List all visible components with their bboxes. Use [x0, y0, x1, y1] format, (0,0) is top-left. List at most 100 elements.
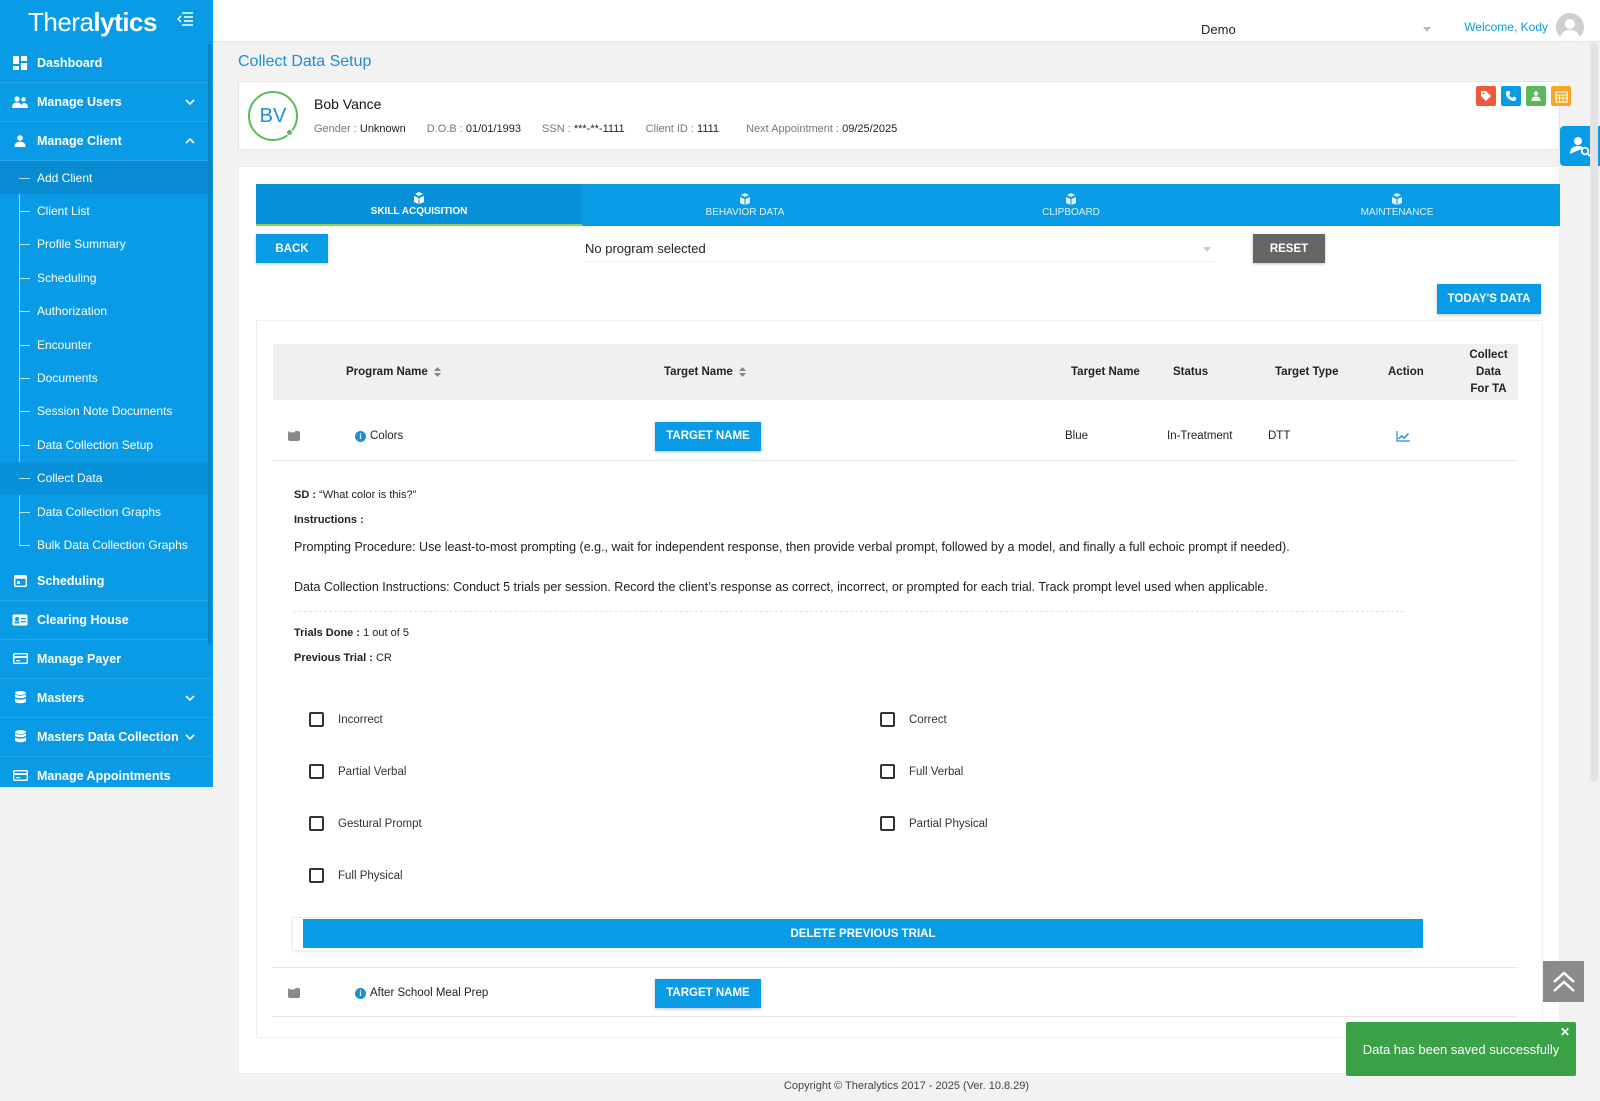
todays-data-button[interactable]: TODAY'S DATA	[1437, 284, 1541, 314]
sub-add-client[interactable]: Add Client	[0, 161, 213, 195]
nav-dashboard[interactable]: Dashboard	[0, 44, 213, 83]
chevron-down-icon	[1203, 247, 1211, 252]
sub-scheduling[interactable]: Scheduling	[0, 261, 213, 294]
sub-data-collection-setup[interactable]: Data Collection Setup	[0, 428, 213, 461]
client-ssn: SSN : ***-**-1111	[542, 123, 625, 135]
nav-masters[interactable]: Masters	[0, 679, 213, 718]
menu-toggle-icon[interactable]	[177, 12, 193, 26]
nav-manage-users[interactable]: Manage Users	[0, 83, 213, 122]
th-target-type: Target Type	[1275, 366, 1339, 378]
option-correct[interactable]: Correct	[880, 712, 947, 727]
sub-bulk-data-collection-graphs-label: Bulk Data Collection Graphs	[37, 537, 188, 552]
option-partial-physical[interactable]: Partial Physical	[880, 816, 988, 831]
program-select[interactable]: No program selected	[585, 234, 1215, 262]
nav-manage-appointments[interactable]: Manage Appointments	[0, 757, 213, 787]
org-selector[interactable]: Demo	[1201, 22, 1236, 37]
call-button[interactable]	[1501, 86, 1521, 106]
info-icon[interactable]: i	[355, 430, 366, 442]
option-full-verbal[interactable]: Full Verbal	[880, 764, 963, 779]
client-submenu: Add Client Client List Profile Summary S…	[0, 161, 213, 562]
contact-button[interactable]	[1526, 86, 1546, 106]
close-icon[interactable]: ✕	[1560, 1025, 1570, 1039]
delete-previous-trial-button[interactable]: DELETE PREVIOUS TRIAL	[303, 919, 1423, 948]
program-name: After School Meal Prep	[370, 987, 489, 999]
target-name-cell: TARGET NAME	[655, 968, 761, 1018]
avatar[interactable]	[1556, 13, 1584, 41]
reset-button[interactable]: RESET	[1253, 234, 1325, 263]
user-search-icon	[1570, 137, 1591, 157]
graph-action[interactable]	[1396, 411, 1410, 461]
tab-maintenance[interactable]: MAINTENANCE	[1234, 184, 1560, 226]
logo-text: Theralytics	[28, 6, 157, 37]
back-button[interactable]: BACK	[256, 234, 328, 263]
tab-behavior-data[interactable]: BEHAVIOR DATA	[582, 184, 908, 226]
table-header: Program Name Target Name Target Name Sta…	[273, 344, 1518, 400]
sub-encounter[interactable]: Encounter	[0, 328, 213, 361]
sub-session-note-documents[interactable]: Session Note Documents	[0, 395, 213, 428]
nav-manage-client[interactable]: Manage Client	[0, 122, 213, 161]
user-avatar-icon	[1560, 19, 1580, 41]
sub-documents[interactable]: Documents	[0, 361, 213, 394]
nav-clearing-house[interactable]: Clearing House	[0, 601, 213, 640]
checkbox[interactable]	[880, 764, 895, 779]
collapse-toggle[interactable]	[288, 411, 300, 461]
option-partial-verbal[interactable]: Partial Verbal	[309, 764, 406, 779]
tab-clipboard[interactable]: CLIPBOARD	[908, 184, 1234, 226]
calendar-button[interactable]	[1551, 86, 1571, 106]
sub-client-list[interactable]: Client List	[0, 194, 213, 227]
th-program-name[interactable]: Program Name	[346, 344, 441, 400]
option-incorrect[interactable]: Incorrect	[309, 712, 383, 727]
page-title: Collect Data Setup	[238, 53, 372, 70]
logo[interactable]: Theralytics	[0, 0, 213, 44]
tag-button[interactable]	[1476, 86, 1496, 106]
nav-scheduling-label: Scheduling	[37, 573, 105, 588]
welcome-text[interactable]: Welcome, Kody	[1464, 20, 1548, 34]
info-icon[interactable]: i	[355, 987, 366, 999]
nav-manage-payer[interactable]: Manage Payer	[0, 640, 213, 679]
success-toast: Data has been saved successfully ✕	[1346, 1022, 1576, 1076]
target-name-button[interactable]: TARGET NAME	[655, 421, 761, 451]
nav-manage-users-label: Manage Users	[37, 95, 122, 109]
checkbox[interactable]	[880, 816, 895, 831]
option-full-physical[interactable]: Full Physical	[309, 868, 403, 883]
calendar-icon	[12, 574, 28, 588]
client-name: Bob Vance	[314, 96, 382, 112]
page-scrollbar[interactable]	[1590, 42, 1598, 782]
checkbox[interactable]	[309, 868, 324, 883]
sub-bulk-data-collection-graphs[interactable]: Bulk Data Collection Graphs	[0, 528, 213, 561]
nav-masters-data-collection[interactable]: Masters Data Collection	[0, 718, 213, 757]
checkbox[interactable]	[309, 764, 324, 779]
collapse-toggle[interactable]	[288, 968, 300, 1018]
checkbox[interactable]	[309, 816, 324, 831]
chevron-down-icon	[185, 734, 195, 740]
chevron-up-icon	[185, 137, 195, 144]
tab-skill-acquisition[interactable]: SKILL ACQUISITION	[256, 184, 582, 226]
checkbox[interactable]	[309, 712, 324, 727]
nav-scheduling[interactable]: Scheduling	[0, 562, 213, 601]
sub-data-collection-graphs[interactable]: Data Collection Graphs	[0, 495, 213, 528]
checkbox[interactable]	[880, 712, 895, 727]
chevron-down-icon[interactable]	[1423, 27, 1431, 32]
target-name-button[interactable]: TARGET NAME	[655, 978, 761, 1008]
sub-profile-summary-label: Profile Summary	[37, 237, 126, 252]
option-gestural-prompt[interactable]: Gestural Prompt	[309, 816, 422, 831]
tag-icon	[1481, 91, 1491, 101]
sub-collect-data[interactable]: Collect Data	[0, 461, 213, 495]
collapse-icon	[288, 427, 300, 441]
sub-encounter-label: Encounter	[37, 337, 92, 352]
nav-clearing-house-label: Clearing House	[37, 612, 129, 627]
skill-acquisition-icon	[414, 191, 424, 204]
nav-masters-data-collection-label: Masters Data Collection	[37, 729, 179, 744]
client-card: BV Bob Vance Gender : Unknown D.O.B : 01…	[238, 81, 1571, 150]
previous-trial: Previous Trial : CR	[294, 652, 392, 664]
sub-profile-summary[interactable]: Profile Summary	[0, 228, 213, 261]
sidebar-scrollbar[interactable]	[208, 44, 212, 644]
th-target-name[interactable]: Target Name	[664, 344, 746, 400]
sub-authorization[interactable]: Authorization	[0, 295, 213, 328]
scroll-to-top-button[interactable]	[1543, 961, 1584, 1002]
chevron-down-icon	[185, 99, 195, 106]
client-id: Client ID : 1111	[645, 123, 720, 135]
sort-icon	[738, 367, 746, 377]
users-icon	[12, 95, 28, 109]
program-name-cell: i Colors	[355, 411, 403, 461]
